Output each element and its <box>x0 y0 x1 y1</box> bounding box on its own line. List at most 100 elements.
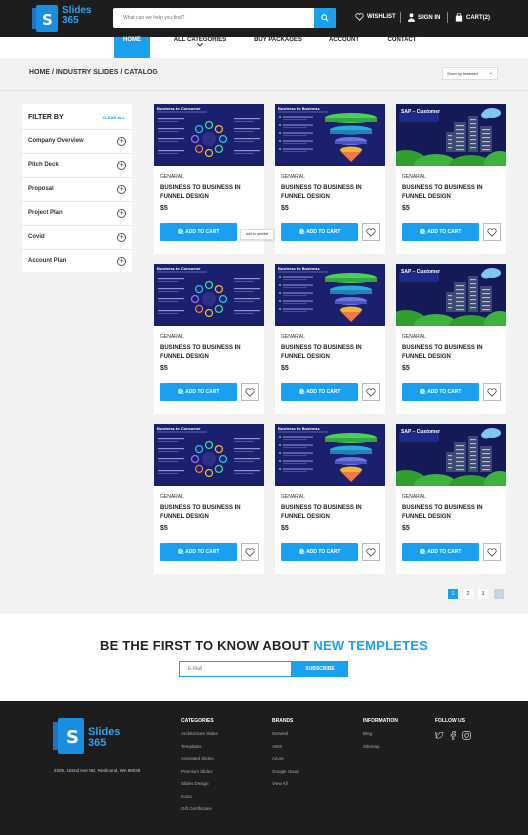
nav-contact[interactable]: CONTACT <box>384 37 420 58</box>
filter-item[interactable]: Project Plan + <box>22 201 132 225</box>
plus-circle-icon[interactable]: + <box>117 257 126 266</box>
add-to-cart-button[interactable]: 🛍︎ ADD TO CART <box>160 223 237 241</box>
plus-circle-icon[interactable]: + <box>117 161 126 170</box>
footer-link[interactable]: General <box>272 731 299 744</box>
wishlist-button[interactable] <box>362 223 380 241</box>
nav-account[interactable]: ACCOUNT <box>326 37 362 58</box>
sort-select[interactable]: Short by featured ⌄ <box>442 67 498 80</box>
wishlist-button[interactable] <box>241 543 259 561</box>
product-name[interactable]: BUSINESS TO BUSINESS IN FUNNEL DESIGN <box>281 344 383 362</box>
nav-buy-packages[interactable]: BUY PACKAGES <box>252 37 304 58</box>
email-field[interactable]: E-Mail <box>179 661 292 677</box>
add-to-cart-button[interactable]: 🛍︎ ADD TO CART <box>281 383 358 401</box>
nav-all-categories[interactable]: ALL CATEGORIES <box>170 37 230 58</box>
product-name[interactable]: BUSINESS TO BUSINESS IN FUNNEL DESIGN <box>160 184 262 202</box>
product-card[interactable]: Business to Business GENARAL BUSINESS TO B… <box>275 424 385 574</box>
plus-circle-icon[interactable]: + <box>117 209 126 218</box>
product-category: GENARAL <box>160 334 184 340</box>
instagram-icon[interactable] <box>462 731 471 740</box>
add-to-cart-button[interactable]: 🛍︎ ADD TO CART <box>402 543 479 561</box>
footer-link[interactable]: Gift Certificates <box>181 806 218 819</box>
page-2-button[interactable]: 2 <box>463 589 473 599</box>
search-input[interactable] <box>113 8 314 28</box>
product-card[interactable]: Business to Business GENARAL BUSINESS TO B… <box>275 104 385 254</box>
filter-item[interactable]: Account Plan + <box>22 249 132 273</box>
product-card[interactable]: SAP – Customer GENARAL BUSINESS TO BUSINES… <box>396 264 506 414</box>
filter-item-label: Company Overview <box>28 138 84 144</box>
product-thumbnail[interactable]: Business to Business <box>275 264 385 326</box>
wishlist-button[interactable] <box>362 543 380 561</box>
plus-circle-icon[interactable]: + <box>117 233 126 242</box>
product-category: GENARAL <box>402 334 426 340</box>
product-card[interactable]: Business to Consumer GENARAL BUSINESS TO B… <box>154 424 264 574</box>
footer-link[interactable]: Premium Slides <box>181 769 218 782</box>
thumbnail-subtitle-bar <box>157 271 207 273</box>
wishlist-button[interactable] <box>241 383 259 401</box>
product-thumbnail[interactable]: SAP – Customer <box>396 424 506 486</box>
slide-diagram-icon <box>158 278 260 318</box>
footer-link[interactable]: Blog <box>363 731 398 744</box>
product-thumbnail[interactable]: Business to Consumer <box>154 424 264 486</box>
add-to-cart-button[interactable]: 🛍︎ ADD TO CART <box>160 543 237 561</box>
product-thumbnail[interactable]: SAP – Customer <box>396 264 506 326</box>
product-card[interactable]: SAP – Customer GENARAL BUSINESS TO BUSINES… <box>396 104 506 254</box>
filter-item[interactable]: Pitch Deck + <box>22 153 132 177</box>
next-page-button[interactable]: › <box>494 589 504 599</box>
add-to-cart-button[interactable]: 🛍︎ ADD TO CART <box>281 543 358 561</box>
wishlist-button[interactable] <box>483 223 501 241</box>
wishlist-link[interactable]: WISHLIST <box>355 13 396 21</box>
footer-link[interactable]: View All <box>272 781 299 794</box>
bag-icon: 🛍︎ <box>298 389 307 395</box>
footer-link[interactable]: Sitemap <box>363 744 398 757</box>
signin-link[interactable]: SIGN IN <box>408 13 440 22</box>
product-name[interactable]: BUSINESS TO BUSINESS IN FUNNEL DESIGN <box>402 184 504 202</box>
product-name[interactable]: BUSINESS TO BUSINESS IN FUNNEL DESIGN <box>281 184 383 202</box>
product-thumbnail[interactable]: SAP – Customer <box>396 104 506 166</box>
wishlist-button[interactable] <box>483 383 501 401</box>
footer-link[interactable]: Google cloud <box>272 769 299 782</box>
filter-item[interactable]: Proposal + <box>22 177 132 201</box>
wishlist-button[interactable] <box>362 383 380 401</box>
footer-link[interactable]: Architecture slides <box>181 731 218 744</box>
footer-link[interactable]: Azure <box>272 756 299 769</box>
filter-item[interactable]: Covid + <box>22 225 132 249</box>
page-1-button[interactable]: 1 <box>448 589 458 599</box>
footer-logo[interactable]: S Slides 365 <box>53 718 124 754</box>
product-thumbnail[interactable]: Business to Business <box>275 424 385 486</box>
footer-link[interactable]: Animated Slides <box>181 756 218 769</box>
cart-link[interactable]: CART(2) <box>455 13 490 22</box>
footer-link[interactable]: Slides Design <box>181 781 218 794</box>
twitter-icon[interactable] <box>435 731 444 739</box>
footer-link[interactable]: Icons <box>181 794 218 807</box>
product-thumbnail[interactable]: Business to Business <box>275 104 385 166</box>
product-name[interactable]: BUSINESS TO BUSINESS IN FUNNEL DESIGN <box>402 344 504 362</box>
newsletter-heading: BE THE FIRST TO KNOW ABOUT NEW TEMPLETES <box>0 638 528 653</box>
product-thumbnail[interactable]: Business to Consumer <box>154 104 264 166</box>
nav-home[interactable]: HOME <box>114 37 150 58</box>
product-name[interactable]: BUSINESS TO BUSINESS IN FUNNEL DESIGN <box>160 504 262 522</box>
add-to-cart-button[interactable]: 🛍︎ ADD TO CART <box>402 223 479 241</box>
footer-link[interactable]: Templates <box>181 744 218 757</box>
subscribe-button[interactable]: SUBSCRIBE <box>292 661 348 677</box>
search-button[interactable] <box>314 8 336 28</box>
product-thumbnail[interactable]: Business to Consumer <box>154 264 264 326</box>
wishlist-button[interactable] <box>483 543 501 561</box>
add-to-cart-button[interactable]: 🛍︎ ADD TO CART <box>402 383 479 401</box>
product-card[interactable]: Business to Consumer GENARAL BUSINESS TO B… <box>154 264 264 414</box>
plus-circle-icon[interactable]: + <box>117 185 126 194</box>
add-to-cart-label: ADD TO CART <box>306 549 341 555</box>
product-card[interactable]: Business to Business GENARAL BUSINESS TO B… <box>275 264 385 414</box>
brand-logo[interactable]: S Slides 365 <box>32 5 96 32</box>
product-name[interactable]: BUSINESS TO BUSINESS IN FUNNEL DESIGN <box>402 504 504 522</box>
filter-item[interactable]: Company Overview + <box>22 129 132 153</box>
product-card[interactable]: SAP – Customer GENARAL BUSINESS TO BUSINES… <box>396 424 506 574</box>
product-name[interactable]: BUSINESS TO BUSINESS IN FUNNEL DESIGN <box>160 344 262 362</box>
clear-all-link[interactable]: CLEAR ALL <box>102 115 125 120</box>
page-3-button[interactable]: 3 <box>478 589 488 599</box>
facebook-icon[interactable] <box>450 731 456 740</box>
footer-link[interactable]: AWS <box>272 744 299 757</box>
plus-circle-icon[interactable]: + <box>117 137 126 146</box>
add-to-cart-button[interactable]: 🛍︎ ADD TO CART <box>160 383 237 401</box>
product-name[interactable]: BUSINESS TO BUSINESS IN FUNNEL DESIGN <box>281 504 383 522</box>
add-to-cart-button[interactable]: 🛍︎ ADD TO CART <box>281 223 358 241</box>
